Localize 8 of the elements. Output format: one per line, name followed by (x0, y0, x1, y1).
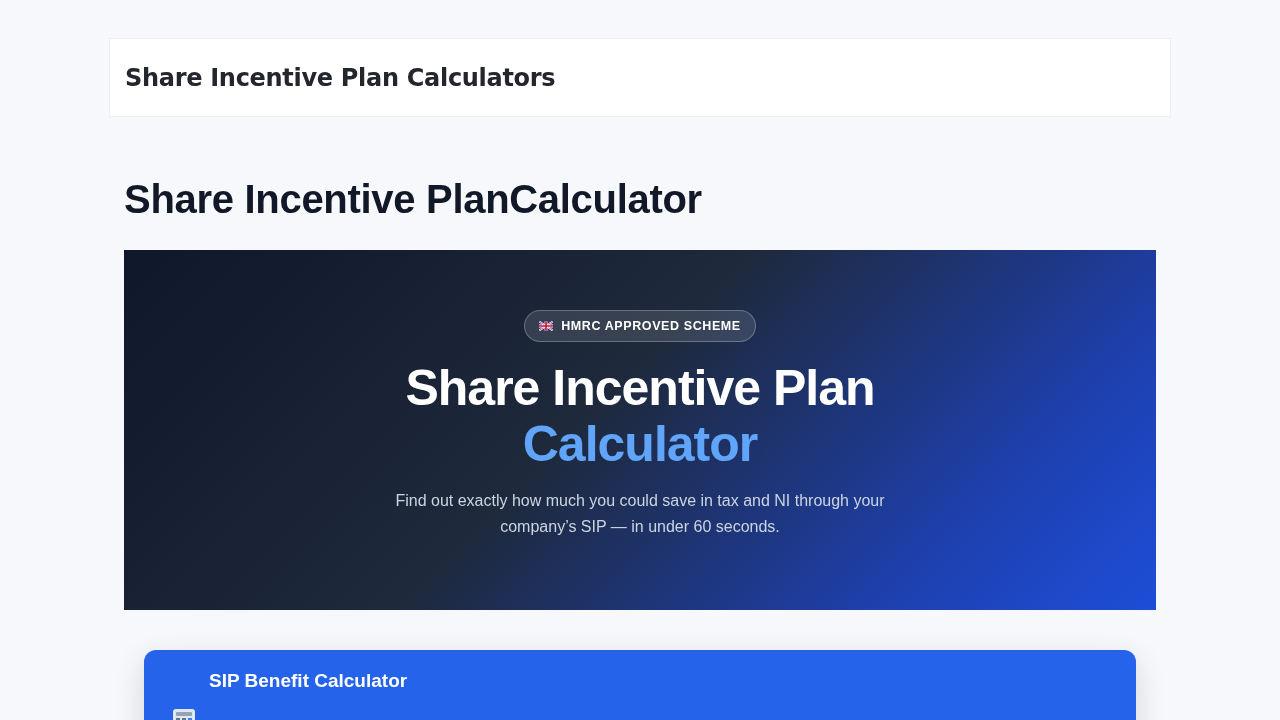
hero-title-highlight: Calculator (522, 416, 758, 472)
page-heading: Share Incentive PlanCalculator (124, 176, 703, 223)
hero-subtitle: Find out exactly how much you could save in tax and NI through your company’s SIP — in under 60 seconds. (394, 491, 886, 537)
badge-label: HMRC APPROVED SCHEME (561, 317, 741, 335)
flag-icon (539, 321, 554, 331)
hero-title: Share Incentive Plan (405, 360, 875, 416)
calculator-title: SIP Benefit Calculator (208, 670, 409, 692)
site-title: Share Incentive Plan Calculators (125, 62, 556, 94)
